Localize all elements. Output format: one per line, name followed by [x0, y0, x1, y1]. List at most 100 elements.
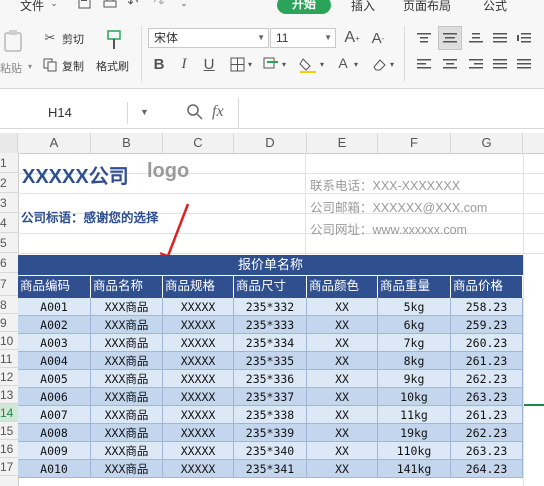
format-painter-label[interactable]: 格式刷 [96, 58, 129, 74]
table-cell[interactable]: A001 [18, 298, 91, 316]
column-header-F[interactable]: F [378, 133, 451, 153]
indent-icon[interactable] [514, 28, 534, 48]
table-cell[interactable]: 11kg [378, 406, 451, 424]
table-cell[interactable]: A004 [18, 352, 91, 370]
table-cell[interactable]: XX [307, 388, 378, 406]
table-cell[interactable]: 263.23 [451, 388, 523, 406]
table-cell[interactable]: 259.23 [451, 316, 523, 334]
column-header-D[interactable]: D [234, 133, 307, 153]
select-all-corner[interactable] [0, 133, 18, 153]
table-cell[interactable]: XXX商品 [91, 442, 163, 460]
copy-label[interactable]: 复制 [62, 58, 84, 74]
formula-input[interactable] [238, 98, 544, 128]
align-left-icon[interactable] [414, 55, 434, 73]
table-cell[interactable]: XX [307, 460, 378, 478]
format-painter-icon[interactable] [104, 28, 124, 52]
table-cell[interactable]: XXXXX [163, 316, 234, 334]
align-center-icon[interactable] [440, 55, 460, 73]
border-icon[interactable] [228, 55, 246, 73]
table-cell[interactable]: 264.23 [451, 460, 523, 478]
align-right-icon[interactable] [466, 55, 486, 73]
table-cell[interactable]: A009 [18, 442, 91, 460]
table-cell[interactable]: 261.23 [451, 352, 523, 370]
table-cell[interactable]: 235*334 [234, 334, 307, 352]
table-cell[interactable]: XXX商品 [91, 388, 163, 406]
row-header[interactable]: 7 [0, 273, 18, 296]
row-header[interactable]: 1 [0, 153, 18, 173]
table-cell[interactable]: XXXXX [163, 388, 234, 406]
redo-icon[interactable]: ↷ [152, 0, 166, 10]
row-header[interactable]: 17 [0, 458, 18, 476]
table-cell[interactable]: 258.23 [451, 298, 523, 316]
table-header-code[interactable]: 商品编码 [18, 276, 91, 298]
table-cell[interactable]: 7kg [378, 334, 451, 352]
table-cell[interactable]: 141kg [378, 460, 451, 478]
column-header-A[interactable]: A [18, 133, 91, 153]
chevron-down-icon[interactable]: ▼ [257, 29, 265, 47]
table-cell[interactable]: 262.23 [451, 424, 523, 442]
tab-insert[interactable]: 插入 [351, 0, 375, 14]
row-header[interactable]: 2 [0, 173, 18, 193]
chevron-down-icon[interactable]: ⌄ [48, 0, 60, 10]
justify-icon[interactable] [490, 55, 510, 73]
column-header-G[interactable]: G [451, 133, 523, 153]
table-cell[interactable]: 235*341 [234, 460, 307, 478]
row-header[interactable]: 12 [0, 368, 18, 386]
table-cell[interactable]: XXX商品 [91, 424, 163, 442]
row-header[interactable]: 6 [0, 253, 18, 273]
row-header[interactable]: 13 [0, 386, 18, 404]
row-header[interactable]: 15 [0, 422, 18, 440]
print-icon[interactable] [102, 0, 118, 10]
fx-button[interactable]: fx [212, 103, 224, 121]
font-color-icon[interactable]: A [334, 54, 352, 72]
table-cell[interactable]: 9kg [378, 370, 451, 388]
table-cell[interactable]: XX [307, 298, 378, 316]
table-cell[interactable]: XXXXX [163, 406, 234, 424]
table-cell[interactable]: A008 [18, 424, 91, 442]
more-chevron-icon[interactable]: ⌄ [178, 0, 190, 10]
table-header-color[interactable]: 商品颜色 [307, 276, 378, 298]
tab-formula[interactable]: 公式 [483, 0, 507, 14]
table-header-size[interactable]: 商品尺寸 [234, 276, 307, 298]
table-cell[interactable]: A007 [18, 406, 91, 424]
align-top-icon[interactable] [414, 28, 434, 48]
table-cell[interactable]: 110kg [378, 442, 451, 460]
row-header[interactable]: 4 [0, 213, 18, 233]
name-box[interactable]: H14 [0, 102, 128, 124]
font-color-dropdown-icon[interactable]: ▾ [352, 58, 360, 70]
border-dropdown-icon[interactable]: ▾ [246, 58, 254, 70]
wrap-top-icon[interactable] [490, 28, 510, 48]
save-icon[interactable] [76, 0, 92, 10]
table-cell[interactable]: 6kg [378, 316, 451, 334]
table-cell[interactable]: XX [307, 334, 378, 352]
column-header-B[interactable]: B [91, 133, 163, 153]
align-middle-icon[interactable] [438, 26, 462, 50]
column-header-E[interactable]: E [307, 133, 378, 153]
table-cell[interactable]: 235*333 [234, 316, 307, 334]
table-cell[interactable]: XXXXX [163, 460, 234, 478]
table-cell[interactable]: 235*336 [234, 370, 307, 388]
paste-dropdown-icon[interactable]: ▾ [25, 60, 35, 72]
cell-style-dropdown-icon[interactable]: ▾ [280, 58, 288, 70]
table-cell[interactable]: XX [307, 424, 378, 442]
table-header-weight[interactable]: 商品重量 [378, 276, 451, 298]
chevron-down-icon[interactable]: ▼ [324, 29, 332, 47]
table-cell[interactable]: XXX商品 [91, 298, 163, 316]
row-header[interactable]: 5 [0, 233, 18, 253]
align-bottom-icon[interactable] [466, 28, 486, 48]
table-cell[interactable]: XXXXX [163, 298, 234, 316]
table-cell[interactable]: XXXXX [163, 370, 234, 388]
increase-font-icon[interactable]: A + [342, 28, 362, 48]
table-cell[interactable]: XXX商品 [91, 352, 163, 370]
paste-label[interactable]: 粘贴 [0, 60, 22, 76]
tab-page-layout[interactable]: 页面布局 [403, 0, 451, 14]
table-cell[interactable]: 5kg [378, 298, 451, 316]
row-header[interactable]: 8 [0, 296, 18, 314]
table-cell[interactable]: XX [307, 316, 378, 334]
table-cell[interactable]: XXX商品 [91, 334, 163, 352]
table-cell[interactable]: A003 [18, 334, 91, 352]
table-cell[interactable]: XXX商品 [91, 460, 163, 478]
table-cell[interactable]: XX [307, 370, 378, 388]
decrease-font-icon[interactable]: A- [368, 28, 388, 48]
table-cell[interactable]: XXXXX [163, 442, 234, 460]
